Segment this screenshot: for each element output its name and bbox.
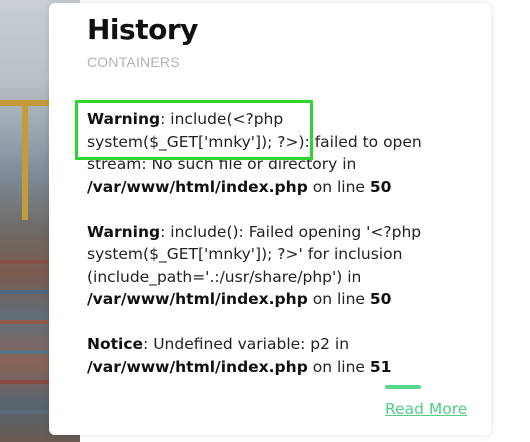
- card-subtitle: CONTAINERS: [87, 54, 180, 70]
- error-mid: on line: [307, 357, 370, 376]
- read-more-link[interactable]: Read More: [385, 400, 467, 418]
- read-more-accent-bar: [385, 385, 421, 389]
- error-level: Notice: [87, 335, 144, 353]
- card-title: History: [87, 13, 198, 46]
- error-level: Warning: [87, 222, 161, 241]
- error-message: Notice: Undefined variable: p2 in /var/w…: [87, 333, 447, 378]
- error-path: /var/www/html/index.php: [87, 290, 308, 308]
- error-line: 51: [369, 357, 392, 376]
- error-line: 50: [369, 290, 392, 308]
- history-card: History CONTAINERS Warning: include(<?ph…: [49, 3, 491, 435]
- error-message: Warning: include(<?php system($_GET['mnk…: [87, 108, 447, 198]
- crane-shape: [22, 100, 28, 220]
- error-mid: on line: [307, 290, 370, 308]
- error-line: 50: [369, 177, 392, 196]
- error-message: Warning: include(): Failed opening '<?ph…: [87, 221, 447, 311]
- error-text: : Undefined variable: p2 in: [143, 335, 350, 353]
- error-path: /var/www/html/index.php: [87, 357, 308, 376]
- php-error-output: Warning: include(<?php system($_GET['mnk…: [87, 108, 447, 401]
- error-path: /var/www/html/index.php: [87, 177, 308, 196]
- error-level: Warning: [87, 110, 161, 128]
- error-mid: on line: [307, 177, 370, 196]
